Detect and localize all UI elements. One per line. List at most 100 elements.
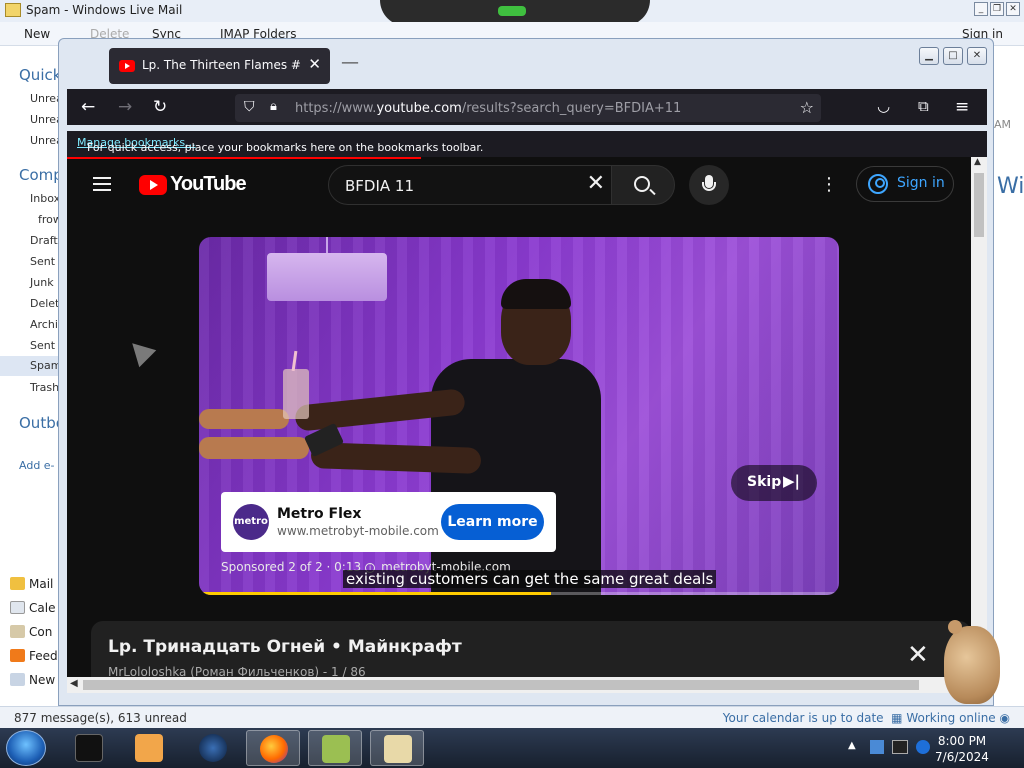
close-button[interactable]: ✕ xyxy=(1006,2,1020,16)
navigation-toolbar: ← → ↻ ⛉ 🔒︎ https://www.youtube.com/resul… xyxy=(67,89,987,125)
nav-newsgroups[interactable]: New xyxy=(10,673,55,687)
page-load-progress xyxy=(67,157,421,159)
youtube-play-icon xyxy=(139,175,167,195)
new-button[interactable]: New xyxy=(24,27,50,41)
folder-sent-2[interactable]: Sent xyxy=(30,339,55,352)
nav-calendar[interactable]: Cale xyxy=(10,601,55,615)
mail-right-pane: AM Wi xyxy=(994,46,1024,706)
ad-overlay-card[interactable]: metro Metro Flex www.metrobyt-mobile.com… xyxy=(221,492,556,552)
mail-app-icon xyxy=(5,3,21,17)
taskbar-app-globe[interactable] xyxy=(186,730,240,766)
restore-button[interactable]: ❐ xyxy=(990,2,1004,16)
ad-progress-bar[interactable] xyxy=(199,592,839,595)
firefox-window: Lp. The Thirteen Flames #1 HE ✕ — ▁ □ ✕ … xyxy=(58,38,994,706)
playlist-card[interactable]: Lp. Тринадцать Огней • Майнкрафт MrLolol… xyxy=(91,621,971,685)
message-count: 877 message(s), 613 unread xyxy=(14,711,187,725)
playlist-close-icon[interactable]: ✕ xyxy=(907,641,929,669)
network-icon[interactable] xyxy=(892,740,908,754)
skip-ad-button[interactable]: Skip ▶| xyxy=(731,465,817,501)
back-icon[interactable]: ← xyxy=(81,97,95,117)
learn-more-button[interactable]: Learn more xyxy=(441,504,544,540)
scroll-up-icon[interactable]: ▲ xyxy=(974,157,981,167)
folder-drafts[interactable]: Draft xyxy=(30,234,58,247)
mail-statusbar: 877 message(s), 613 unread Your calendar… xyxy=(0,706,1024,728)
nav-contacts[interactable]: Con xyxy=(10,625,52,639)
lock-icon[interactable]: 🔒︎ xyxy=(270,99,277,114)
taskbar-app-media[interactable] xyxy=(122,730,176,766)
bookmarks-message: For quick access, place your bookmarks h… xyxy=(87,141,484,154)
settings-more-icon[interactable]: ⋮ xyxy=(819,175,839,195)
system-clock[interactable]: 8:00 PM 7/6/2024 xyxy=(930,733,994,765)
terminal-icon xyxy=(75,734,103,762)
video-caption: existing customers can get the same grea… xyxy=(343,570,717,588)
scroll-thumb[interactable] xyxy=(974,173,984,237)
media-player-icon xyxy=(135,734,163,762)
vertical-scrollbar[interactable]: ▲ xyxy=(971,157,987,685)
search-query[interactable]: BFDIA 11 xyxy=(345,177,414,195)
advertiser-name: Metro Flex xyxy=(277,506,362,522)
mail-icon xyxy=(10,577,25,590)
guide-menu-icon[interactable] xyxy=(93,177,111,191)
advertiser-url: www.metrobyt-mobile.com xyxy=(277,524,439,538)
pocket-icon[interactable]: ◡ xyxy=(877,97,890,115)
taskbar: ▲ 8:00 PM 7/6/2024 xyxy=(0,728,1024,768)
desktop-hamster-pet[interactable] xyxy=(936,612,1002,708)
folder-junk[interactable]: Junk xyxy=(30,276,54,289)
folder-inbox[interactable]: Inbox xyxy=(30,192,60,205)
nav-feeds[interactable]: Feed xyxy=(10,649,58,663)
folder-spam[interactable]: Spam xyxy=(0,356,61,376)
calendar-status: Your calendar is up to date ▦ Working on… xyxy=(722,711,1010,725)
volume-icon[interactable] xyxy=(916,740,930,754)
start-button[interactable] xyxy=(6,730,46,766)
url-bar[interactable]: ⛉ 🔒︎ https://www.youtube.com/results?sea… xyxy=(235,94,821,122)
skip-next-icon: ▶| xyxy=(783,472,801,490)
extensions-icon[interactable]: ⧉ xyxy=(918,97,929,115)
forward-icon[interactable]: → xyxy=(118,97,132,117)
folder-archive[interactable]: Archi xyxy=(30,318,58,331)
taskbar-app-game[interactable] xyxy=(308,730,362,766)
bookmark-star-icon[interactable]: ☆ xyxy=(800,98,814,117)
url-text[interactable]: https://www.youtube.com/results?search_q… xyxy=(295,101,681,116)
firefox-titlebar: Lp. The Thirteen Flames #1 HE ✕ — ▁ □ ✕ xyxy=(59,39,993,89)
playlist-title[interactable]: Lp. Тринадцать Огней • Майнкрафт xyxy=(108,637,462,657)
folder-sent[interactable]: Sent xyxy=(30,255,55,268)
bookmarks-toolbar: For quick access, place your bookmarks h… xyxy=(67,131,987,157)
search-button[interactable] xyxy=(611,165,675,205)
video-player[interactable]: metro Metro Flex www.metrobyt-mobile.com… xyxy=(199,237,839,595)
firefox-icon xyxy=(260,735,288,763)
new-tab-icon[interactable]: — xyxy=(341,52,359,73)
menu-icon[interactable]: ≡ xyxy=(955,97,969,117)
voice-search-button[interactable] xyxy=(689,165,729,205)
tray-app-icon[interactable] xyxy=(870,740,884,754)
reload-icon[interactable]: ↻ xyxy=(153,97,167,117)
horizontal-scrollbar[interactable]: ◀ xyxy=(67,677,971,693)
tab-close-icon[interactable]: ✕ xyxy=(308,55,321,73)
heading-fragment: Wi xyxy=(997,174,1024,199)
video-scene-lamp xyxy=(267,237,387,301)
taskbar-app-terminal[interactable] xyxy=(62,730,116,766)
taskbar-app-firefox[interactable] xyxy=(246,730,300,766)
clear-search-icon[interactable]: ✕ xyxy=(587,172,605,196)
minimize-button[interactable]: _ xyxy=(974,2,988,16)
folder-trash[interactable]: Trash xyxy=(30,381,59,394)
quick-views-header[interactable]: Quick xyxy=(19,66,61,84)
nav-mail[interactable]: Mail xyxy=(10,577,53,591)
mail-window-title: Spam - Windows Live Mail xyxy=(26,3,183,17)
ff-maximize-button[interactable]: □ xyxy=(943,47,963,65)
signin-button[interactable]: Sign in xyxy=(856,166,954,202)
tab-youtube[interactable]: Lp. The Thirteen Flames #1 HE ✕ xyxy=(109,48,330,84)
add-email-account-link[interactable]: Add e- xyxy=(19,459,55,472)
taskbar-app-mail[interactable] xyxy=(370,730,424,766)
contacts-icon xyxy=(10,625,25,638)
hscroll-thumb[interactable] xyxy=(83,680,919,690)
ff-close-button[interactable]: ✕ xyxy=(967,47,987,65)
calendar-icon xyxy=(10,601,25,614)
tracking-shield-icon[interactable]: ⛉ xyxy=(244,99,255,115)
scroll-left-icon[interactable]: ◀ xyxy=(70,678,78,689)
ff-minimize-button[interactable]: ▁ xyxy=(919,47,939,65)
folder-deleted[interactable]: Delet xyxy=(30,297,59,310)
mail-sidebar: Quick Unrea Unrea Unrea Comp Inbox frow … xyxy=(0,46,65,706)
search-input[interactable]: BFDIA 11 ✕ xyxy=(328,165,612,205)
tray-expand-icon[interactable]: ▲ xyxy=(848,740,856,751)
account-header[interactable]: Comp xyxy=(19,166,63,184)
